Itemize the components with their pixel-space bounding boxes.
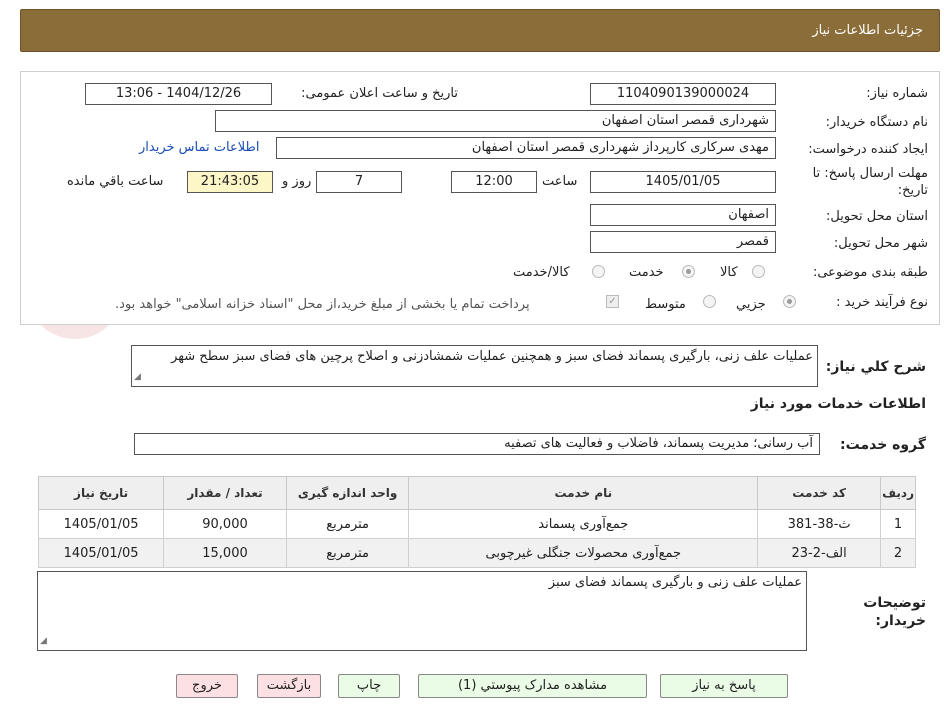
- deadline-date-field: 1405/01/05: [590, 171, 776, 193]
- table-row: 1 ث-38-381 جمع‌آوری پسماند مترمربع 90,00…: [37, 509, 916, 539]
- col-date-header: تاریخ نیاز: [37, 476, 165, 510]
- treasury-checkbox[interactable]: ✓: [606, 295, 619, 308]
- buyer-notes-label: توضیحات خریدار:: [863, 595, 926, 629]
- buyer-notes-textarea[interactable]: عملیات علف زنی و بارگیری پسماند فضای سبز…: [37, 571, 807, 651]
- deadline-label: مهلت ارسال پاسخ: تا تاریخ:: [812, 166, 928, 198]
- deadline-time-field: 12:00: [451, 171, 537, 193]
- buyer-org-label: نام دستگاه خریدار:: [825, 115, 928, 130]
- col-row-header: ردیف: [880, 476, 916, 510]
- creator-field: مهدی سرکاری کارپرداز شهرداری قمصر استان …: [276, 137, 776, 159]
- summary-label: شرح کلي نياز:: [825, 359, 926, 375]
- city-label: شهر محل تحویل:: [833, 236, 928, 251]
- col-name-header: نام خدمت: [408, 476, 759, 510]
- category-radio-goods[interactable]: [752, 265, 765, 278]
- summary-textarea[interactable]: عملیات علف زنی، بارگیری پسماند فضای سبز …: [131, 345, 818, 387]
- cell-date: 1405/01/05: [37, 538, 165, 568]
- province-label: استان محل تحویل:: [826, 209, 928, 224]
- cell-unit: مترمربع: [285, 538, 410, 568]
- resize-handle-icon[interactable]: ◢: [134, 369, 141, 385]
- category-radio-service[interactable]: [682, 265, 695, 278]
- cell-code: ث-38-381: [757, 509, 882, 539]
- payment-note: پرداخت تمام یا بخشی از مبلغ خرید،از محل …: [115, 297, 530, 312]
- need-number-label: شماره نیاز:: [866, 86, 928, 101]
- buyer-contact-link[interactable]: اطلاعات تماس خریدار: [139, 140, 259, 155]
- cell-date: 1405/01/05: [37, 509, 165, 539]
- category-radio-goods-service[interactable]: [592, 265, 605, 278]
- category-option-service: خدمت: [629, 265, 664, 280]
- category-label: طبقه بندی موضوعی:: [812, 265, 928, 280]
- reply-button[interactable]: پاسخ به نیاز: [660, 674, 788, 698]
- cell-row: 2: [880, 538, 916, 568]
- remaining-time-label: ساعت باقي مانده: [67, 174, 164, 189]
- exit-button[interactable]: خروج: [176, 674, 238, 698]
- cell-unit: مترمربع: [285, 509, 410, 539]
- cell-code: الف-2-23: [757, 538, 882, 568]
- process-label: نوع فرآیند خرید :: [836, 295, 928, 310]
- col-unit-header: واحد اندازه گیری: [285, 476, 410, 510]
- days-label: روز و: [282, 174, 312, 189]
- cell-name: جمع‌آوری پسماند: [408, 509, 759, 539]
- back-button[interactable]: بازگشت: [257, 674, 321, 698]
- view-attachments-button[interactable]: مشاهده مدارک پیوستي (1): [418, 674, 647, 698]
- process-option-medium: متوسط: [645, 297, 686, 312]
- announce-date-label: تاریخ و ساعت اعلان عمومی:: [301, 86, 458, 101]
- cell-qty: 15,000: [163, 538, 287, 568]
- col-qty-header: تعداد / مقدار: [163, 476, 287, 510]
- buyer-notes-text: عملیات علف زنی و بارگیری پسماند فضای سبز: [548, 575, 802, 590]
- announce-date-field: 1404/12/26 - 13:06: [85, 83, 272, 105]
- process-radio-medium[interactable]: [703, 295, 716, 308]
- buyer-org-field: شهرداری قمصر استان اصفهان: [215, 110, 776, 132]
- cell-name: جمع‌آوری محصولات جنگلی غیرچوبی: [408, 538, 759, 568]
- print-button[interactable]: چاپ: [338, 674, 400, 698]
- creator-label: ایجاد کننده درخواست:: [808, 142, 928, 157]
- days-field: 7: [316, 171, 402, 193]
- page-header: جزئیات اطلاعات نیاز: [20, 9, 940, 52]
- category-option-goods-service: کالا/خدمت: [513, 265, 570, 280]
- process-radio-minor[interactable]: [783, 295, 796, 308]
- province-field: اصفهان: [590, 204, 776, 226]
- process-option-minor: جزيي: [736, 297, 766, 312]
- table-row: 2 الف-2-23 جمع‌آوری محصولات جنگلی غیرچوب…: [37, 538, 916, 568]
- need-number-field: 1104090139000024: [590, 83, 776, 105]
- cell-row: 1: [880, 509, 916, 539]
- col-code-header: کد خدمت: [757, 476, 882, 510]
- service-group-field: آب رسانی؛ مدیریت پسماند، فاضلاب و فعالیت…: [134, 433, 820, 455]
- summary-text: عملیات علف زنی، بارگیری پسماند فضای سبز …: [171, 349, 813, 364]
- table-header-row: ردیف کد خدمت نام خدمت واحد اندازه گیری ت…: [37, 476, 916, 510]
- service-group-label: گروه خدمت:: [840, 437, 926, 453]
- category-option-goods: کالا: [720, 265, 738, 280]
- resize-handle-icon[interactable]: ◢: [40, 633, 47, 649]
- city-field: قمصر: [590, 231, 776, 253]
- services-section-title: اطلاعات خدمات مورد نیاز: [750, 396, 926, 412]
- remaining-time-field: 21:43:05: [187, 171, 273, 193]
- deadline-time-label: ساعت: [542, 174, 578, 189]
- cell-qty: 90,000: [163, 509, 287, 539]
- services-table: ردیف کد خدمت نام خدمت واحد اندازه گیری ت…: [37, 476, 916, 568]
- page-title: جزئیات اطلاعات نیاز: [812, 23, 923, 38]
